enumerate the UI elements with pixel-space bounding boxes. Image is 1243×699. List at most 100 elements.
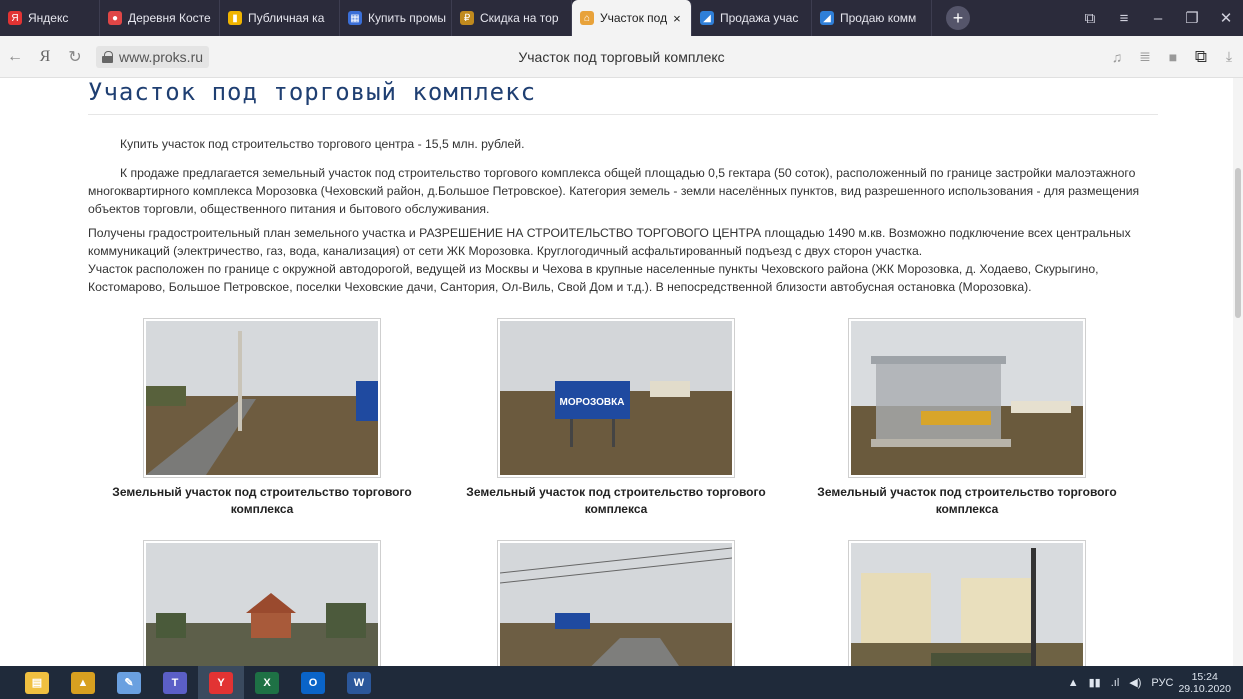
browser-tab[interactable]: Я Яндекс (0, 0, 100, 36)
scrollbar-thumb[interactable] (1235, 168, 1241, 318)
yandex-browser-taskbar-button[interactable]: Y (198, 666, 244, 699)
sign-text: МОРОЗОВКА (560, 397, 625, 408)
browser-tab[interactable]: ◢ Продажа учас (692, 0, 812, 36)
file-explorer-taskbar-button[interactable]: ▤ (14, 666, 60, 699)
browser-tab[interactable]: ◢ Продаю комм (812, 0, 932, 36)
teams-taskbar-button[interactable]: T (152, 666, 198, 699)
village-photo-image (146, 543, 378, 666)
tab-label: Продаю комм (840, 11, 917, 25)
app-2-taskbar-button[interactable]: ▲ (60, 666, 106, 699)
gallery-photo[interactable] (143, 318, 381, 478)
browser-tab-bar: Я Яндекс ● Деревня Косте ▮ Публичная ка ▦ Купит… (0, 0, 1243, 36)
gallery-item[interactable]: Земельный участок под строительство торг… (97, 318, 427, 518)
gallery-caption: Земельный участок под строительство торг… (112, 485, 412, 516)
road-photo-image (146, 321, 378, 475)
tab-label: Купить промы (368, 11, 446, 25)
clock-date: 29.10.2020 (1178, 682, 1231, 695)
paint-icon: ✎ (117, 671, 141, 694)
construction-photo-image (851, 543, 1083, 666)
file-explorer-icon: ▤ (25, 671, 49, 694)
page-content: Участок под торговый комплекс Купить уча… (0, 78, 1243, 666)
gallery-caption: Земельный участок под строительство торг… (466, 485, 766, 516)
language-indicator[interactable]: РУС (1151, 677, 1173, 689)
address-bar: ← Я ↻ www.proks.ru Участок под торговый … (0, 36, 1243, 78)
headphones-icon[interactable]: ♫ (1103, 49, 1131, 65)
download-icon[interactable]: ⤓ (1215, 48, 1243, 65)
gallery-item[interactable] (451, 540, 781, 666)
browser-tab[interactable]: ▦ Купить промы (340, 0, 452, 36)
system-tray: ▲ ▮▮ .ıl ◀) РУС 15:24 29.10.2020 (1063, 671, 1243, 695)
tab-favicon-icon: ⌂ (580, 11, 594, 25)
app-2-icon: ▲ (71, 671, 95, 694)
heading-divider (88, 114, 1158, 115)
close-window-button[interactable]: ✕ (1209, 9, 1243, 27)
tab-favicon-icon: ● (108, 11, 122, 25)
gallery-photo[interactable] (848, 318, 1086, 478)
window-controls: ⧉ ≡ – ❐ ✕ (1073, 9, 1243, 28)
yandex-home-button[interactable]: Я (30, 48, 60, 66)
gallery-photo[interactable] (143, 540, 381, 666)
gallery-item[interactable] (97, 540, 427, 666)
paint-taskbar-button[interactable]: ✎ (106, 666, 152, 699)
yandex-browser-icon: Y (209, 671, 233, 694)
page-heading: Участок под торговый комплекс (88, 78, 537, 106)
road-sign-photo-image (500, 543, 732, 666)
location-paragraph: Участок расположен по границе с окружной… (88, 262, 1099, 294)
permits-paragraph: Получены градостроительный план земельно… (88, 226, 1131, 258)
browser-tab[interactable]: ⌂ Участок под × (572, 0, 692, 36)
tab-favicon-icon: ₽ (460, 11, 474, 25)
browser-tab[interactable]: ₽ Скидка на тор (452, 0, 572, 36)
url-domain: www.proks.ru (119, 48, 204, 65)
page-scrollbar[interactable] (1233, 78, 1243, 666)
tab-label: Деревня Косте (128, 11, 211, 25)
excel-icon: X (255, 671, 279, 694)
browser-tab[interactable]: ● Деревня Косте (100, 0, 220, 36)
reader-icon[interactable]: ≣ (1131, 48, 1159, 65)
tab-favicon-icon: ◢ (700, 11, 714, 25)
menu-icon[interactable]: ≡ (1107, 10, 1141, 27)
restore-button[interactable]: ❐ (1175, 9, 1209, 27)
word-taskbar-button[interactable]: W (336, 666, 382, 699)
clock-time: 15:24 (1191, 670, 1218, 683)
sign-photo-image: МОРОЗОВКА (500, 321, 732, 475)
tab-label: Публичная ка (248, 11, 325, 25)
gallery-item[interactable]: Земельный участок под строительство торг… (802, 318, 1132, 518)
url-field[interactable]: www.proks.ru (96, 45, 210, 68)
excel-taskbar-button[interactable]: X (244, 666, 290, 699)
description-paragraph: К продаже предлагается земельный участок… (88, 166, 1140, 216)
gallery-item[interactable] (802, 540, 1132, 666)
tab-favicon-icon: ▮ (228, 11, 242, 25)
bus-stop-photo-image (851, 321, 1083, 475)
tab-label: Продажа учас (720, 11, 799, 25)
tab-label: Участок под (600, 11, 668, 25)
minimize-button[interactable]: – (1141, 10, 1175, 27)
tab-favicon-icon: ▦ (348, 11, 362, 25)
protect-icon[interactable]: ⧉ (1187, 47, 1215, 67)
price-paragraph: Купить участок под строительство торгово… (120, 137, 525, 151)
tab-favicon-icon: Я (8, 11, 22, 25)
lock-icon (102, 50, 113, 63)
gallery-photo[interactable] (848, 540, 1086, 666)
tabs-list-icon[interactable]: ⧉ (1073, 10, 1107, 27)
signal-icon[interactable]: .ıl (1111, 677, 1120, 689)
reload-button[interactable]: ↻ (60, 47, 90, 67)
tab-label: Яндекс (28, 11, 69, 25)
back-button[interactable]: ← (0, 48, 30, 66)
gallery-photo[interactable]: МОРОЗОВКА (497, 318, 735, 478)
clock[interactable]: 15:24 29.10.2020 (1178, 671, 1231, 695)
teams-icon: T (163, 671, 187, 694)
tab-favicon-icon: ◢ (820, 11, 834, 25)
outlook-taskbar-button[interactable]: O (290, 666, 336, 699)
word-icon: W (347, 671, 371, 694)
volume-icon[interactable]: ◀) (1129, 676, 1141, 689)
browser-tab[interactable]: ▮ Публичная ка (220, 0, 340, 36)
tab-close-icon[interactable]: × (673, 11, 681, 26)
outlook-icon: O (301, 671, 325, 694)
network-icon[interactable]: ▮▮ (1089, 676, 1101, 689)
gallery-photo[interactable] (497, 540, 735, 666)
new-tab-button[interactable]: + (946, 6, 970, 30)
chevron-up-icon[interactable]: ▲ (1068, 677, 1079, 689)
taskbar-spacer (0, 666, 14, 699)
bookmark-icon[interactable]: ■ (1159, 49, 1187, 65)
gallery-item[interactable]: МОРОЗОВКА Земельный участок под строител… (451, 318, 781, 518)
